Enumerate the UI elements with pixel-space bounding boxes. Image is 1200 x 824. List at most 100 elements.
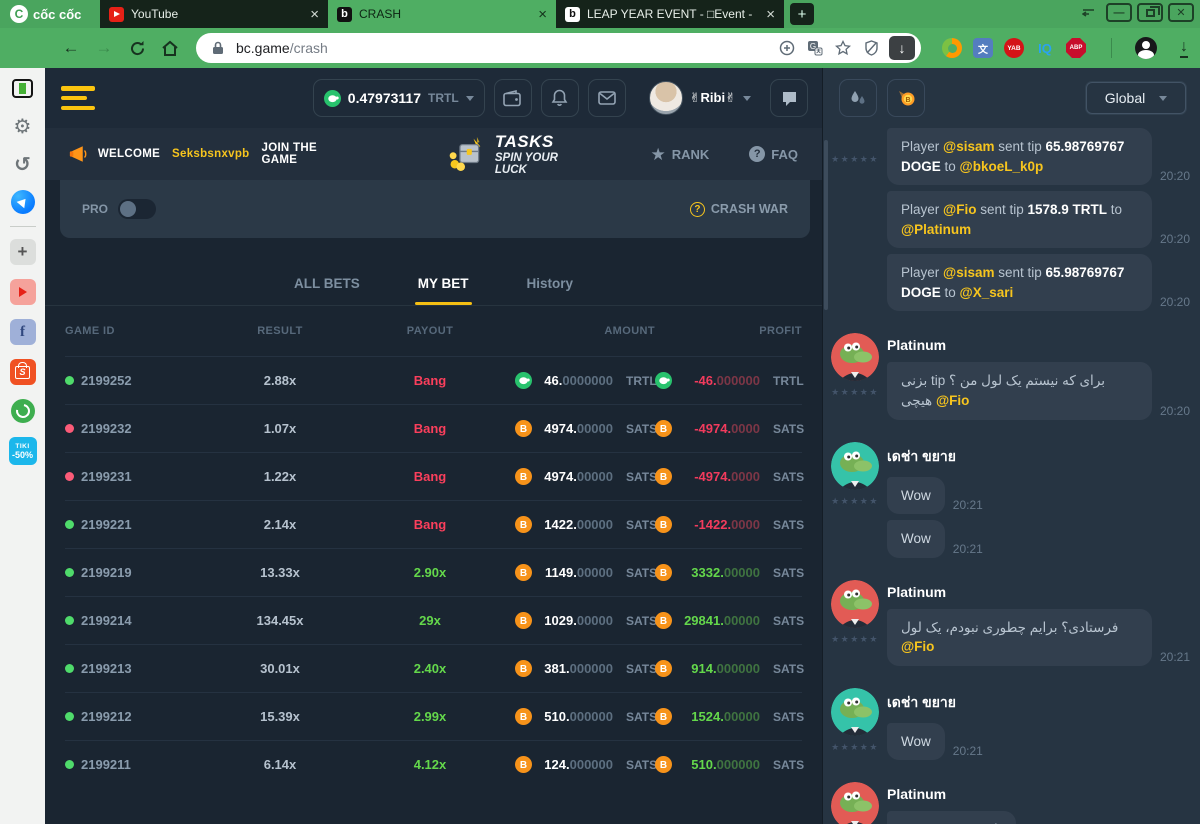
bets-tab-bar: ALL BETS MY BET History — [45, 276, 822, 306]
messages-envelope-button[interactable] — [588, 79, 626, 117]
faq-button[interactable]: ? FAQ — [749, 146, 798, 162]
coccoc-savior-extension-icon[interactable] — [942, 38, 962, 58]
tab-history[interactable]: History — [527, 276, 574, 305]
user-level-stars: ★★★★★ — [831, 742, 879, 753]
tab-close-icon[interactable]: × — [310, 7, 319, 22]
tab-close-icon[interactable]: × — [538, 7, 547, 22]
mention-link[interactable]: @sisam — [943, 265, 994, 280]
mention-link[interactable]: @X_sari — [960, 285, 1014, 300]
chevron-down-icon — [1159, 96, 1167, 101]
home-button[interactable] — [157, 35, 183, 61]
avatar[interactable] — [831, 782, 879, 824]
table-row[interactable]: 2199214 134.45x 29x B1029.00000SATS B298… — [65, 596, 802, 644]
mention-link[interactable]: @Fio — [901, 639, 934, 654]
table-row[interactable]: 2199231 1.22x Bang B4974.00000SATS B-497… — [65, 452, 802, 500]
minimize-button[interactable]: — — [1106, 3, 1132, 22]
new-tab-button[interactable]: + — [790, 3, 814, 25]
tab-youtube[interactable]: YouTube × — [100, 0, 328, 28]
mention-link[interactable]: @Fio — [936, 393, 969, 408]
table-row[interactable]: 2199232 1.07x Bang B4974.00000SATS B-497… — [65, 404, 802, 452]
add-shortcut-button[interactable]: + — [10, 239, 36, 265]
sats-coin-icon: B — [655, 660, 672, 677]
tab-close-icon[interactable]: × — [766, 7, 775, 22]
chat-scrollbar[interactable] — [824, 140, 828, 310]
restore-button[interactable] — [1137, 3, 1163, 22]
avatar[interactable] — [831, 580, 879, 628]
reload-button[interactable] — [124, 35, 150, 61]
browser-sidebar: ⚙ ↺ + f S TIKI-50% — [0, 68, 45, 824]
tab-crash-active[interactable]: b CRASH × — [328, 0, 556, 28]
chat-channel-selector[interactable]: Global — [1086, 82, 1186, 114]
table-row[interactable]: 2199212 15.39x 2.99x B510.000000SATS B15… — [65, 692, 802, 740]
back-button[interactable]: ← — [58, 35, 84, 61]
adblock-plus-extension-icon[interactable]: ABP — [1066, 38, 1086, 58]
translate-page-icon[interactable]: G — [805, 38, 825, 58]
browser-profile-avatar[interactable] — [1135, 37, 1157, 59]
chat-username: เดช่า ขยาย — [887, 446, 1190, 468]
fireball-tip-button[interactable]: B — [887, 79, 925, 117]
shopee-shortcut-icon[interactable]: S — [10, 359, 36, 385]
facebook-shortcut-icon[interactable]: f — [10, 319, 36, 345]
yab-extension-icon[interactable]: YAB — [1004, 38, 1024, 58]
tab-all-bets[interactable]: ALL BETS — [294, 276, 360, 305]
mention-link[interactable]: @Platinum — [901, 222, 971, 237]
coin-rain-button[interactable] — [839, 79, 877, 117]
user-level-stars: ★★★★★ — [831, 387, 879, 398]
sats-coin-icon: B — [515, 516, 532, 533]
pro-toggle[interactable] — [118, 199, 156, 219]
notifications-bell-button[interactable] — [541, 79, 579, 117]
table-row[interactable]: 2199211 6.14x 4.12x B124.000000SATS B510… — [65, 740, 802, 788]
menu-hamburger-button[interactable] — [61, 86, 95, 110]
sats-coin-icon: B — [655, 708, 672, 725]
youtube-shortcut-icon[interactable] — [10, 279, 36, 305]
history-icon[interactable]: ↺ — [11, 152, 35, 176]
balance-selector[interactable]: 0.47973117 TRTL — [313, 79, 485, 117]
svg-text:B: B — [660, 568, 667, 579]
chat-username: เดช่า ขยาย — [887, 692, 1190, 714]
mention-link[interactable]: @sisam — [943, 139, 994, 154]
tab-search-icon[interactable] — [1075, 3, 1101, 22]
messenger-icon[interactable] — [11, 190, 35, 214]
settings-gear-icon[interactable]: ⚙ — [11, 114, 35, 138]
iq-extension-icon[interactable]: IQ — [1035, 38, 1055, 58]
table-row[interactable]: 2199213 30.01x 2.40x B381.000000SATS B91… — [65, 644, 802, 692]
user-menu[interactable]: ✌Ribi✌ — [649, 81, 751, 115]
table-row[interactable]: 2199252 2.88x Bang 46.0000000TRTL -46.00… — [65, 356, 802, 404]
mention-link[interactable]: @bkoeL_k0p — [960, 159, 1044, 174]
message-time: 20:21 — [953, 542, 983, 558]
table-row[interactable]: 2199221 2.14x Bang B1422.00000SATS B-142… — [65, 500, 802, 548]
tab-my-bet[interactable]: MY BET — [418, 276, 469, 305]
rank-button[interactable]: ★ RANK — [650, 146, 709, 163]
close-window-button[interactable]: ✕ — [1168, 3, 1194, 22]
tasks-banner-button[interactable]: TASKS SPIN YOUR LUCK — [448, 132, 579, 176]
mention-link[interactable]: @Fio — [943, 202, 976, 217]
downloads-tray-icon[interactable]: ↓ — [1180, 39, 1188, 58]
crash-war-link[interactable]: ? CRASH WAR — [690, 202, 788, 217]
chat-header: B Global — [823, 68, 1200, 128]
bookmark-star-icon[interactable] — [833, 38, 853, 58]
avatar[interactable] — [831, 442, 879, 490]
welcome-message: WELCOMESeksbsnxvpbJOIN THE GAME — [98, 142, 320, 166]
chat-bubble: Wow — [887, 520, 945, 558]
sidebar-toggle-icon[interactable] — [11, 76, 35, 100]
tip-message: Player @sisam sent tip 65.98769767 DOGE … — [887, 254, 1190, 311]
shield-adblock-icon[interactable] — [861, 38, 881, 58]
download-video-button[interactable]: ↓ — [889, 36, 915, 60]
forward-button[interactable]: → — [91, 35, 117, 61]
user-avatar[interactable] — [649, 81, 683, 115]
megaphone-icon — [69, 144, 88, 164]
table-row[interactable]: 2199219 13.33x 2.90x B1149.00000SATS B33… — [65, 548, 802, 596]
coccoc-newtab-icon[interactable] — [11, 399, 35, 423]
chat-toggle-button[interactable] — [770, 79, 808, 117]
tiki-promo-icon[interactable]: TIKI-50% — [9, 437, 37, 465]
svg-text:B: B — [520, 760, 527, 771]
address-bar[interactable]: bc.game/crash G ↓ — [196, 33, 921, 63]
avatar[interactable] — [831, 333, 879, 381]
avatar[interactable] — [831, 688, 879, 736]
tab-leap-year-event[interactable]: b LEAP YEAR EVENT - □Event - × — [556, 0, 784, 28]
translate-extension-icon[interactable]: 文 — [973, 38, 993, 58]
zoom-page-icon[interactable] — [777, 38, 797, 58]
browser-titlebar: C cốc cốc YouTube × b CRASH × b LEAP YEA… — [0, 0, 1200, 28]
tip-bubble: Player @sisam sent tip 65.98769767 DOGE … — [887, 254, 1152, 311]
wallet-button[interactable] — [494, 79, 532, 117]
